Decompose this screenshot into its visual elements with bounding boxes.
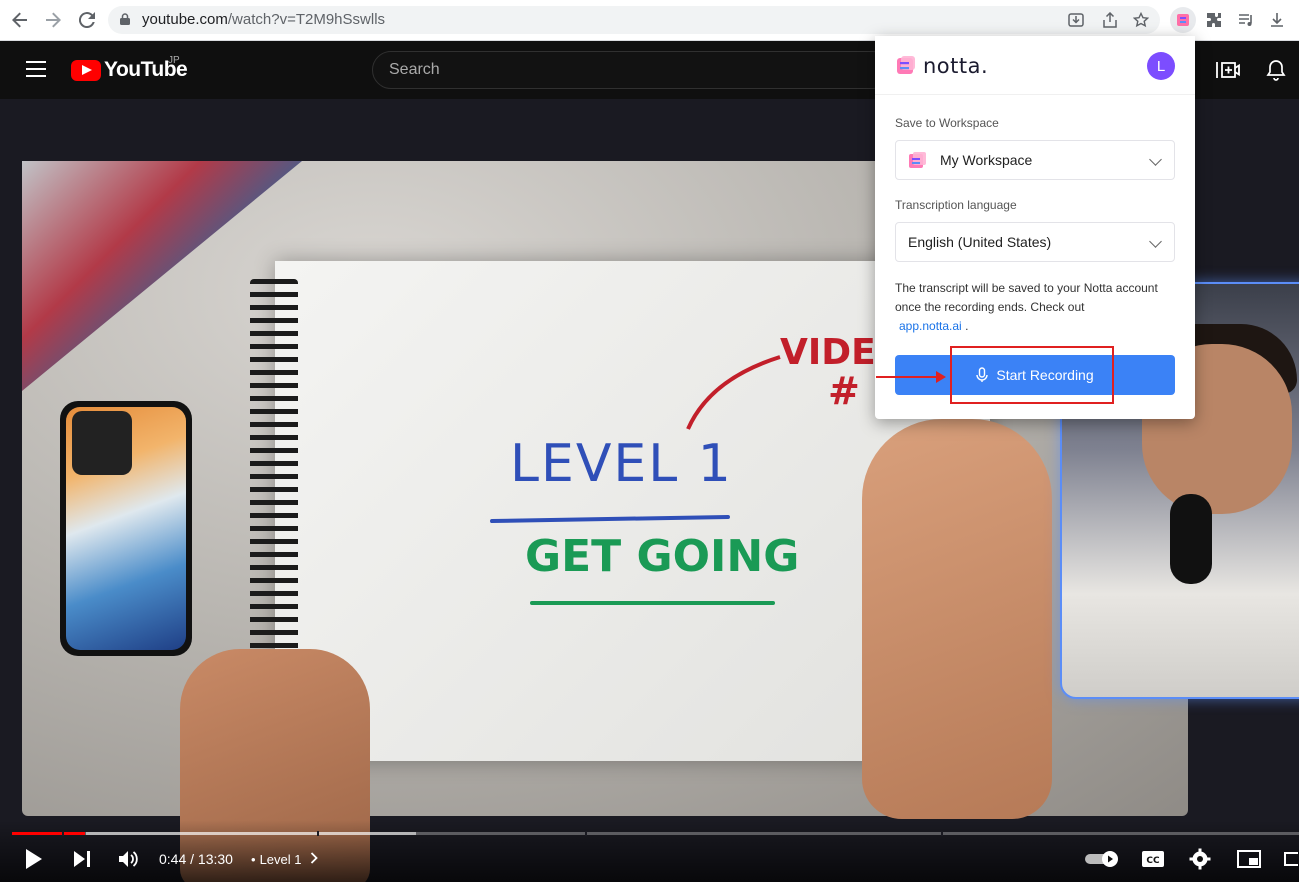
theater-icon <box>1284 852 1298 866</box>
next-button[interactable] <box>72 847 92 871</box>
workspace-icon <box>909 152 926 168</box>
cc-icon: CC <box>1142 851 1164 867</box>
reload-icon[interactable] <box>75 8 99 32</box>
video-text-subtitle: GET GOING <box>525 531 800 582</box>
miniplayer-icon <box>1237 850 1261 868</box>
extensions-puzzle-icon[interactable] <box>1202 8 1226 32</box>
hand-with-marker <box>862 419 1052 819</box>
autoplay-toggle[interactable] <box>1084 847 1120 871</box>
settings-button[interactable] <box>1189 847 1211 871</box>
gear-icon <box>1189 848 1211 870</box>
chapter-separator: • <box>251 852 256 867</box>
video-text-corner-word: VIDE <box>780 332 876 373</box>
notta-wordmark: notta. <box>923 54 989 78</box>
play-icon <box>26 849 42 869</box>
browser-toolbar: youtube.com/watch?v=T2M9hSswlls <box>0 0 1299 41</box>
volume-icon <box>119 851 138 867</box>
microphone-image <box>1170 494 1212 584</box>
notta-logo-icon <box>897 56 915 74</box>
notifications-bell-icon[interactable] <box>1266 59 1286 81</box>
workspace-value: My Workspace <box>940 152 1033 168</box>
search-input[interactable]: Search <box>372 51 892 89</box>
youtube-logo[interactable]: YouTube JP <box>71 55 188 81</box>
lock-icon[interactable] <box>120 13 130 25</box>
red-curve-stroke <box>686 355 781 430</box>
chapter-marker <box>941 831 943 836</box>
region-code: JP <box>168 55 180 66</box>
language-label: Transcription language <box>895 198 1017 212</box>
media-control-icon[interactable] <box>1234 8 1258 32</box>
miniplayer-button[interactable] <box>1237 847 1261 871</box>
menu-icon[interactable] <box>26 61 46 77</box>
notta-logo: notta. <box>895 54 988 78</box>
chapter-title[interactable]: • Level 1 <box>251 852 318 867</box>
info-text: The transcript will be saved to your Not… <box>895 279 1175 336</box>
video-text-level: LEVEL 1 <box>510 434 733 494</box>
underline-green <box>530 601 775 605</box>
download-icon[interactable] <box>1265 8 1289 32</box>
info-suffix: . <box>965 319 969 333</box>
volume-button[interactable] <box>118 847 140 871</box>
time-display: 0:44 / 13:30 <box>159 851 233 867</box>
chapter-marker <box>317 831 319 836</box>
notta-header: notta. L <box>875 36 1195 95</box>
install-icon[interactable] <box>1066 10 1086 30</box>
workspace-select[interactable]: My Workspace <box>895 140 1175 180</box>
autoplay-icon <box>1085 851 1118 867</box>
captions-button[interactable]: CC <box>1141 847 1165 871</box>
chapter-label: Level 1 <box>259 852 302 867</box>
highlight-box <box>950 346 1114 404</box>
chapter-marker <box>62 831 64 836</box>
url-text[interactable]: youtube.com/watch?v=T2M9hSswlls <box>142 11 385 28</box>
youtube-play-icon <box>71 59 101 81</box>
phone-image <box>60 401 192 656</box>
notta-extension-icon[interactable] <box>1170 7 1196 33</box>
chapter-marker <box>585 831 587 836</box>
video-text-corner-hash: # <box>828 369 860 413</box>
play-button[interactable] <box>24 847 44 871</box>
progress-buffered <box>86 832 416 835</box>
search-placeholder: Search <box>389 61 440 78</box>
notta-app-link[interactable]: app.notta.ai <box>899 319 962 333</box>
language-select[interactable]: English (United States) <box>895 222 1175 262</box>
bookmark-star-icon[interactable] <box>1131 10 1151 30</box>
info-message: The transcript will be saved to your Not… <box>895 281 1158 314</box>
create-video-icon[interactable] <box>1216 61 1240 79</box>
highlight-arrow-icon <box>876 371 946 383</box>
svg-text:CC: CC <box>1146 856 1160 866</box>
language-value: English (United States) <box>908 234 1052 250</box>
user-avatar[interactable]: L <box>1147 52 1175 80</box>
address-bar[interactable]: youtube.com/watch?v=T2M9hSswlls <box>108 6 1160 34</box>
progress-played <box>12 832 85 835</box>
share-icon[interactable] <box>1100 10 1120 30</box>
theater-mode-button[interactable] <box>1284 847 1298 871</box>
chevron-right-icon <box>310 852 318 864</box>
workspace-label: Save to Workspace <box>895 116 999 130</box>
back-icon[interactable] <box>8 8 32 32</box>
chevron-down-icon <box>1149 153 1162 166</box>
skip-next-icon <box>74 851 90 867</box>
chevron-down-icon <box>1149 235 1162 248</box>
forward-icon[interactable] <box>41 8 65 32</box>
